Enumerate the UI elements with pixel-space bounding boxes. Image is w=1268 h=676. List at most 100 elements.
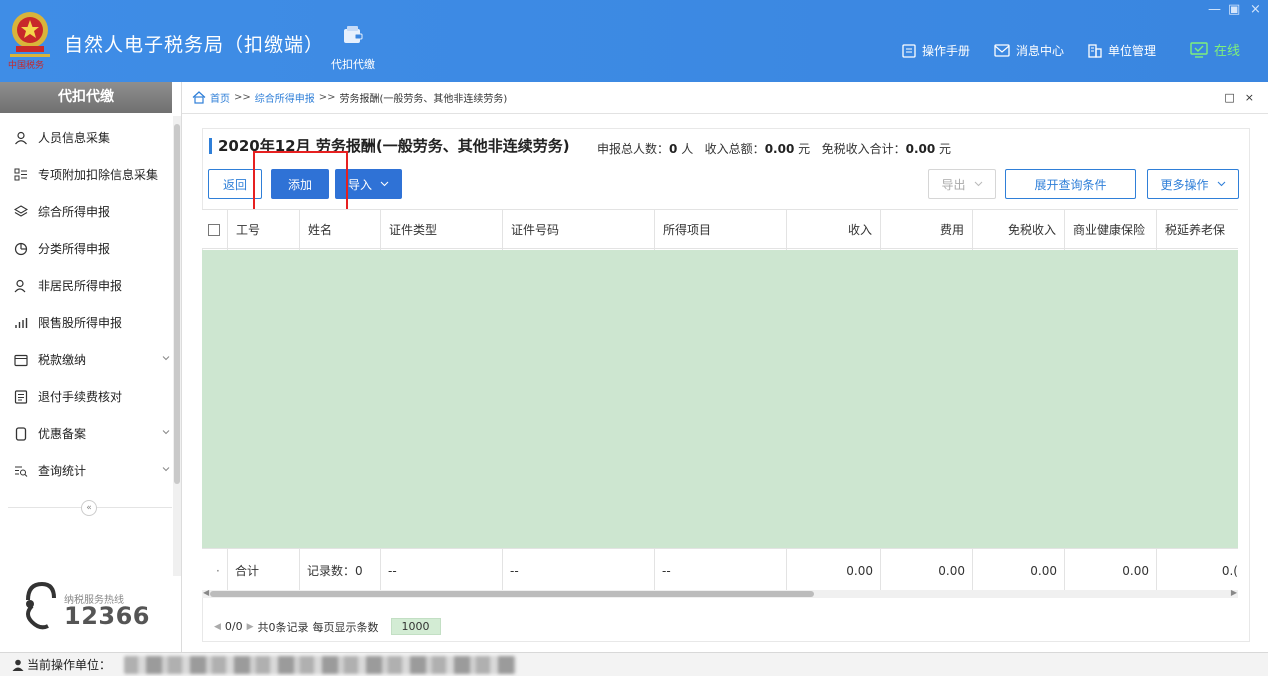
sidebar-item-restricted-shares[interactable]: 限售股所得申报 — [0, 304, 172, 341]
bar-chart-icon — [13, 315, 29, 331]
column-header-fees[interactable]: 费用 — [881, 210, 973, 250]
column-header-employee-no[interactable]: 工号 — [228, 210, 300, 250]
table-horizontal-scrollbar[interactable]: ◀ ▶ — [202, 588, 1238, 598]
app-header: 中国税务 自然人电子税务局（扣缴端） 代扣代缴 — ▣ × 操作手册 消息中心 … — [0, 0, 1268, 82]
annotation-highlight-box — [253, 151, 348, 217]
sidebar-item-tax-payment[interactable]: 税款缴纳 — [0, 341, 172, 378]
close-button[interactable]: × — [1250, 2, 1261, 17]
tab-withholding-label: 代扣代缴 — [331, 58, 375, 71]
column-header-income-item[interactable]: 所得项目 — [655, 210, 787, 250]
breadcrumb-separator: >> — [234, 92, 251, 103]
select-all-checkbox[interactable] — [208, 224, 220, 236]
sidebar-item-label: 分类所得申报 — [38, 242, 111, 256]
expand-query-button[interactable]: 展开查询条件 — [1005, 169, 1136, 199]
total-tax-exempt: 0.00 — [973, 549, 1065, 591]
page-size-select[interactable]: 1000 — [390, 618, 441, 635]
total-fees: 0.00 — [881, 549, 973, 591]
next-page-icon[interactable]: ▶ — [247, 622, 254, 632]
pie-icon — [13, 241, 29, 257]
breadcrumb-home[interactable]: 首页 — [210, 90, 230, 105]
chevron-down-icon — [162, 356, 170, 361]
sidebar-item-label: 税款缴纳 — [38, 353, 87, 367]
breadcrumb-comprehensive-income[interactable]: 综合所得申报 — [255, 90, 315, 105]
stats-income-label: 收入总额： — [704, 142, 765, 156]
app-title: 自然人电子税务局（扣缴端） — [64, 34, 325, 56]
more-actions-label: 更多操作 — [1160, 177, 1209, 192]
wallet-icon — [344, 26, 363, 43]
maximize-button[interactable]: ▣ — [1228, 2, 1240, 17]
svg-text:中国税务: 中国税务 — [8, 59, 44, 70]
sidebar-item-personnel[interactable]: 人员信息采集 — [0, 119, 172, 156]
manual-icon — [902, 43, 916, 58]
person-outline-icon — [13, 278, 29, 294]
sidebar-item-label: 限售股所得申报 — [38, 316, 123, 330]
column-header-name[interactable]: 姓名 — [300, 210, 381, 250]
sidebar-item-special-deduction[interactable]: 专项附加扣除信息采集 — [0, 156, 172, 193]
manual-label: 操作手册 — [922, 44, 971, 58]
column-header-pension[interactable]: 税延养老保 — [1157, 210, 1238, 250]
total-id-number: -- — [503, 549, 655, 591]
hotline-number: 12366 — [64, 602, 150, 630]
record-count: 记录数：0 — [300, 549, 381, 591]
headset-icon — [26, 581, 56, 630]
column-header-tax-exempt[interactable]: 免税收入 — [973, 210, 1065, 250]
person-icon — [13, 130, 29, 146]
message-center-link[interactable]: 消息中心 — [994, 42, 1064, 59]
scroll-right-icon: ▶ — [1230, 588, 1237, 597]
column-header-id-type[interactable]: 证件类型 — [381, 210, 503, 250]
stats-income-unit: 元 — [798, 142, 811, 156]
stats-income-value: 0.00 — [764, 142, 795, 156]
sidebar-scrollbar[interactable] — [173, 116, 181, 576]
sidebar-item-query-stats[interactable]: 查询统计 — [0, 452, 172, 489]
manual-link[interactable]: 操作手册 — [902, 42, 970, 59]
sidebar-item-preferential-filing[interactable]: 优惠备案 — [0, 415, 172, 452]
monitor-check-icon — [1190, 41, 1208, 58]
sidebar-item-label: 查询统计 — [38, 464, 87, 478]
prev-page-icon[interactable]: ◀ — [214, 622, 221, 632]
page-restore-button[interactable]: □ — [1224, 91, 1234, 104]
tab-withholding[interactable]: 代扣代缴 — [318, 0, 388, 82]
list-icon — [13, 167, 29, 183]
minimize-button[interactable]: — — [1208, 2, 1221, 17]
document-icon — [13, 389, 29, 405]
folder-icon — [13, 352, 29, 368]
total-row-marker: · — [216, 549, 228, 591]
chevron-down-icon — [1217, 181, 1225, 187]
total-label: 合计 — [228, 549, 300, 591]
column-header-id-number[interactable]: 证件号码 — [503, 210, 655, 250]
stats-people-value: 0 — [669, 142, 678, 156]
export-label: 导出 — [941, 177, 966, 192]
page-icon — [13, 426, 29, 442]
sidebar-item-classified-income[interactable]: 分类所得申报 — [0, 230, 172, 267]
stats-exempt-value: 0.00 — [905, 142, 936, 156]
stats-exempt-label: 免税收入合计： — [821, 142, 906, 156]
chevron-down-icon — [974, 181, 982, 187]
tax-emblem-icon: 中国税务 — [8, 12, 50, 70]
column-header-health-insurance[interactable]: 商业健康保险 — [1065, 210, 1157, 250]
user-icon — [12, 659, 24, 671]
sidebar-collapse-button[interactable]: « — [81, 500, 97, 516]
unit-management-label: 单位管理 — [1108, 44, 1157, 58]
page-close-button[interactable]: × — [1245, 91, 1254, 104]
export-button[interactable]: 导出 — [928, 169, 996, 199]
online-status[interactable]: 在线 — [1190, 40, 1240, 59]
select-all-cell — [202, 210, 228, 250]
sidebar-item-comprehensive-income[interactable]: 综合所得申报 — [0, 193, 172, 230]
sidebar-item-label: 人员信息采集 — [38, 131, 111, 145]
column-header-income[interactable]: 收入 — [787, 210, 881, 250]
sidebar-item-fee-refund-check[interactable]: 退付手续费核对 — [0, 378, 172, 415]
chevron-down-icon — [162, 467, 170, 472]
sidebar-item-label: 专项附加扣除信息采集 — [38, 168, 159, 182]
layers-icon — [13, 204, 29, 220]
search-list-icon — [13, 463, 29, 479]
scrollbar-thumb[interactable] — [210, 591, 814, 597]
unit-management-link[interactable]: 单位管理 — [1088, 42, 1156, 59]
more-actions-button[interactable]: 更多操作 — [1147, 169, 1239, 199]
breadcrumb-separator: >> — [318, 92, 336, 103]
total-pension: 0.( — [1221, 564, 1238, 578]
data-table: 工号 姓名 证件类型 证件号码 所得项目 收入 费用 免税收入 商业健康保险 税… — [202, 209, 1238, 591]
chevron-down-icon — [380, 181, 389, 187]
total-income: 0.00 — [787, 549, 881, 591]
sidebar-item-nonresident[interactable]: 非居民所得申报 — [0, 267, 172, 304]
message-center-label: 消息中心 — [1016, 44, 1065, 58]
